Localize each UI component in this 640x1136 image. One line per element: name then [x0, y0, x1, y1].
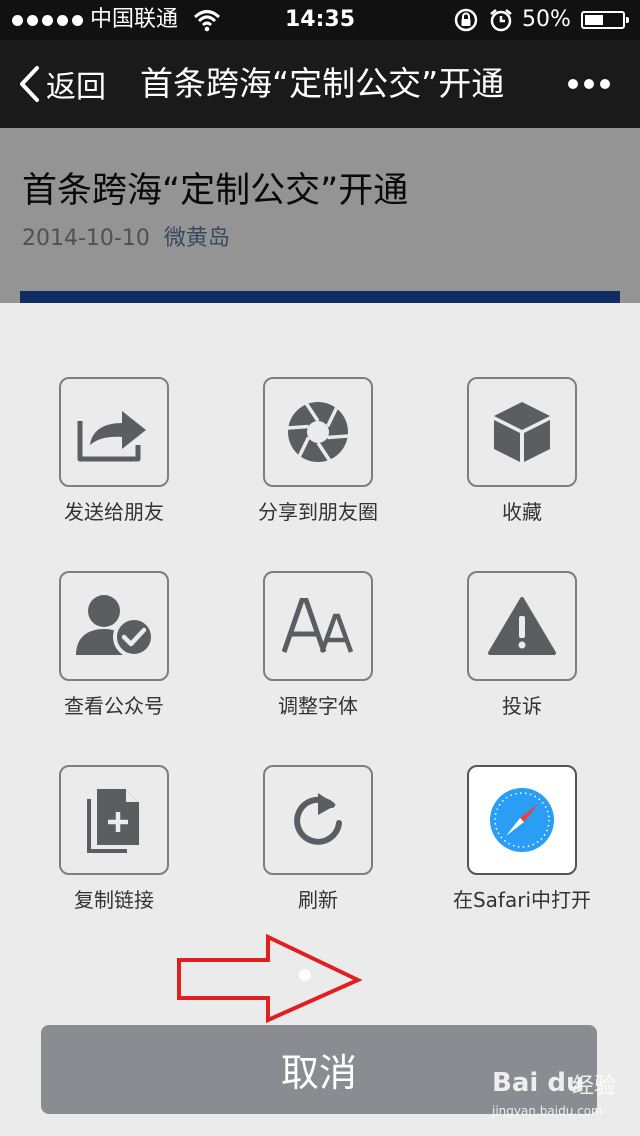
favorite-cube-icon: [494, 402, 550, 462]
share-item-label: 投诉: [502, 694, 542, 718]
watermark-url: jingyan.baidu.com: [492, 1104, 603, 1118]
share-item-label: 复制链接: [74, 888, 154, 912]
refresh-button[interactable]: [263, 765, 373, 875]
copy-link-icon: [87, 789, 139, 853]
share-to-moments-button[interactable]: [263, 377, 373, 487]
share-item-label: 分享到朋友圈: [258, 500, 378, 524]
official-account-icon: [76, 595, 154, 658]
watermark-text: 经验: [572, 1074, 617, 1099]
share-item-label: 查看公众号: [64, 694, 164, 718]
back-button[interactable]: 返回: [18, 40, 106, 128]
page-title: 首条跨海“定制公交”开通: [140, 64, 505, 103]
favorite-button[interactable]: [467, 377, 577, 487]
report-button[interactable]: [467, 571, 577, 681]
share-item-label: 收藏: [502, 500, 542, 524]
watermark-logo: Bai du: [492, 1068, 585, 1098]
dim-overlay[interactable]: [0, 128, 640, 303]
share-item-label: 在Safari中打开: [452, 888, 592, 912]
back-label: 返回: [46, 70, 106, 105]
share-item-label: 发送给朋友: [64, 500, 164, 524]
send-to-friend-icon: [77, 411, 146, 462]
annotation-arrow: [177, 934, 362, 1024]
send-to-friend-button[interactable]: [59, 377, 169, 487]
battery-percentage: 50%: [522, 7, 571, 32]
font-size-icon: [282, 598, 354, 653]
rotation-lock-icon: [454, 8, 478, 32]
battery-icon: [581, 11, 629, 29]
navigation-bar: 返回 首条跨海“定制公交”开通: [0, 40, 640, 128]
page-indicator-dot: [299, 969, 311, 981]
view-official-account-button[interactable]: [59, 571, 169, 681]
alarm-icon: [490, 9, 512, 32]
share-item-label: 调整字体: [278, 694, 358, 718]
refresh-icon: [294, 793, 342, 845]
adjust-font-button[interactable]: [263, 571, 373, 681]
open-in-safari-button[interactable]: [467, 765, 577, 875]
moments-shutter-icon: [287, 402, 349, 462]
warning-icon: [488, 597, 556, 655]
baidu-jingyan-watermark: Bai du 经验 jingyan.baidu.com: [492, 1062, 632, 1132]
more-options-button[interactable]: [568, 40, 610, 128]
share-item-label: 刷新: [298, 888, 338, 912]
status-bar: 中国联通 14:35 50%: [0, 0, 640, 40]
safari-compass-icon: [490, 788, 554, 852]
chevron-left-icon: [20, 66, 39, 102]
copy-link-button[interactable]: [59, 765, 169, 875]
